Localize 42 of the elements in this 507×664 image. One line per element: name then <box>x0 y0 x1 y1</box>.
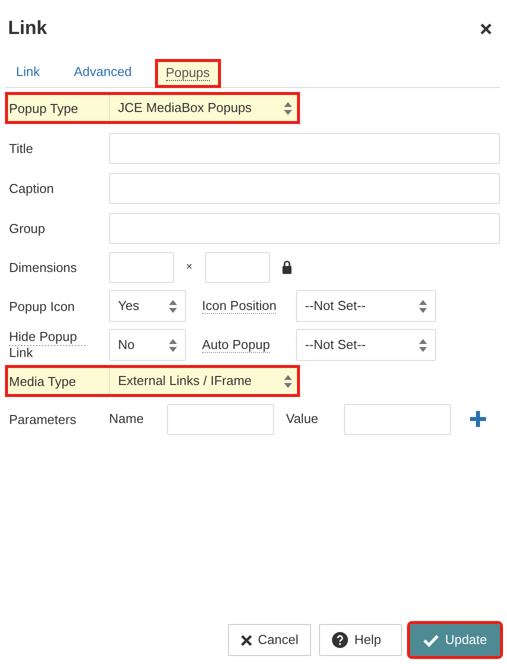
field-label: Media Type <box>9 374 76 390</box>
select-field[interactable]: No <box>109 329 186 361</box>
tab[interactable]: Link <box>5 58 51 87</box>
updown-arrow-icon <box>419 338 427 352</box>
field-label: Dimensions <box>9 260 77 276</box>
width-field[interactable] <box>109 252 174 282</box>
text-field[interactable] <box>109 172 500 204</box>
cancel-button[interactable]: Cancel <box>228 624 312 656</box>
value-field[interactable] <box>344 404 451 434</box>
field-label: Name <box>109 410 145 428</box>
field-label: Group <box>9 220 46 236</box>
field-label: Title <box>9 140 34 156</box>
select-field[interactable]: --Not Set-- <box>296 329 436 361</box>
close-icon <box>240 634 252 646</box>
update-button[interactable]: Update <box>410 624 500 656</box>
select-field[interactable]: --Not Set-- <box>296 290 436 322</box>
updown-arrow-icon <box>284 374 292 388</box>
field-label: Caption <box>9 180 54 196</box>
select-field[interactable]: External Links / IFrame <box>109 368 300 394</box>
field-label: Icon Position <box>202 298 276 314</box>
select-field[interactable]: Yes <box>109 290 186 322</box>
updown-arrow-icon <box>419 300 427 312</box>
lock-icon[interactable] <box>282 260 292 274</box>
field-label: Value <box>286 410 320 428</box>
tab[interactable]: Popups <box>154 59 221 88</box>
updown-arrow-icon <box>284 102 292 114</box>
updown-arrow-icon <box>169 338 177 352</box>
text-field[interactable] <box>109 132 500 164</box>
select-field[interactable]: JCE MediaBox Popups <box>109 95 300 121</box>
field-label: Auto Popup <box>202 337 270 354</box>
text-field[interactable] <box>109 212 500 244</box>
help-icon <box>332 632 348 648</box>
help-button[interactable]: Help <box>319 624 402 656</box>
close-icon[interactable] <box>480 23 492 35</box>
dialog-title: Link <box>8 18 48 40</box>
times-sign: × <box>186 260 192 275</box>
checkmark-icon <box>423 634 440 646</box>
height-field[interactable] <box>205 252 270 282</box>
tab[interactable]: Advanced <box>62 58 143 87</box>
name-field[interactable] <box>167 404 274 434</box>
add-icon[interactable] <box>470 411 486 427</box>
updown-arrow-icon <box>169 300 177 312</box>
